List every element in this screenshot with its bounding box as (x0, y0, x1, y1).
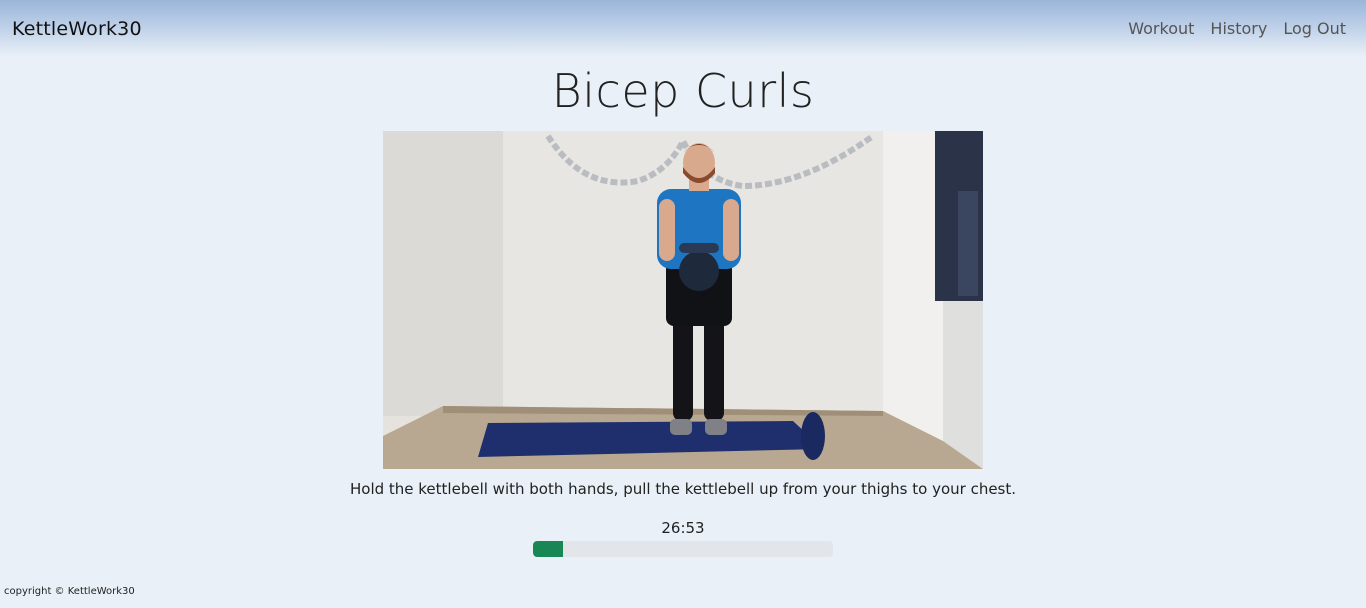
nav-workout-link[interactable]: Workout (1120, 19, 1202, 38)
exercise-title: Bicep Curls (551, 64, 815, 118)
brand-link[interactable]: KettleWork30 (12, 18, 142, 40)
countdown-timer: 26:53 (661, 519, 705, 537)
top-navbar: KettleWork30 Workout History Log Out (0, 0, 1366, 56)
exercise-illustration (383, 131, 983, 469)
nav-history-link[interactable]: History (1202, 19, 1275, 38)
workout-progress-bar (533, 541, 833, 557)
exercise-video[interactable] (383, 131, 983, 469)
nav-links: Workout History Log Out (1120, 19, 1354, 38)
exercise-description: Hold the kettlebell with both hands, pul… (349, 480, 1017, 498)
nav-logout-link[interactable]: Log Out (1275, 19, 1354, 38)
footer-copyright: copyright © KettleWork30 (4, 586, 135, 597)
workout-progress-fill (533, 541, 563, 557)
